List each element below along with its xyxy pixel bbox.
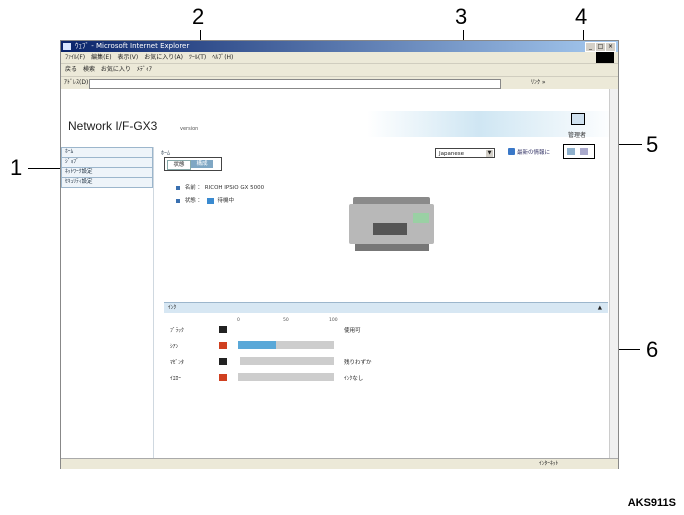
- ink-status-icon: [219, 326, 227, 333]
- favorites-button[interactable]: お気に入り: [101, 66, 131, 73]
- state-icon: [206, 197, 214, 204]
- sidebar-item-job[interactable]: ｼﾞｮﾌﾞ: [61, 158, 153, 168]
- product-name: Network I/F-GX3: [68, 119, 158, 133]
- version-label: version: [180, 126, 199, 132]
- scale-50: 50: [283, 318, 289, 323]
- ink-level-bar: [238, 325, 334, 333]
- ink-level-bar: [238, 373, 334, 381]
- login-icon: [567, 148, 575, 155]
- toolbar: 戻る 検索 お気に入り ﾒﾃﾞｨｱ: [61, 63, 618, 76]
- web-page: Network I/F-GX3 version ﾎｰﾑ ｼﾞｮﾌﾞ ﾈｯﾄﾜｰｸ…: [61, 89, 618, 458]
- search-button[interactable]: 検索: [83, 66, 95, 73]
- collapse-icon[interactable]: ▲: [598, 303, 602, 313]
- sidebar: ﾎｰﾑ ｼﾞｮﾌﾞ ﾈｯﾄﾜｰｸ設定 ｾｷｭﾘﾃｨ設定: [61, 147, 153, 188]
- refresh-icon[interactable]: [508, 148, 515, 155]
- model-label: 名前: [184, 185, 196, 191]
- ink-name: ｲｴﾛｰ: [170, 376, 182, 382]
- address-label: ｱﾄﾞﾚｽ(D): [64, 79, 89, 86]
- vertical-scrollbar[interactable]: [609, 89, 618, 458]
- callout-1: 1: [10, 155, 23, 180]
- printer-image: [349, 197, 434, 251]
- admin-label: 管理者: [568, 132, 587, 139]
- logout-icon: [580, 148, 588, 155]
- ink-level-bar: [238, 341, 334, 349]
- bullet-icon: [176, 198, 180, 203]
- ink-level-fill: [238, 341, 277, 349]
- callout-2: 2: [192, 4, 205, 29]
- menu-bar: ﾌｧｲﾙ(F) 編集(E) 表示(V) お気に入り(A) ﾂｰﾙ(T) ﾍﾙﾌﾟ…: [61, 52, 618, 63]
- callout-6: 6: [646, 337, 659, 362]
- ink-name: ﾌﾞﾗｯｸ: [170, 328, 184, 334]
- callout-3: 3: [455, 4, 468, 29]
- ink-title: ｲﾝｸ: [168, 305, 177, 311]
- media-button[interactable]: ﾒﾃﾞｨｱ: [137, 66, 152, 73]
- tab-status[interactable]: 状態: [167, 160, 191, 170]
- browser-icon: [63, 43, 71, 50]
- ink-level-fill: [238, 357, 240, 365]
- help-button[interactable]: [571, 113, 585, 125]
- ink-name: ﾏｾﾞﾝﾀ: [170, 360, 184, 366]
- state-label: 状態: [184, 198, 196, 204]
- browser-window: ｳｪﾌﾞ - Microsoft Internet Explorer _ □ ×…: [60, 40, 619, 469]
- address-input[interactable]: [89, 79, 501, 89]
- ink-level-bar: [238, 357, 334, 365]
- login-button[interactable]: [563, 144, 595, 159]
- ink-row: ｲｴﾛｰ ｲﾝｸなし: [164, 372, 608, 383]
- callout-4: 4: [575, 4, 588, 29]
- state-row: 状態 ： 待機中: [176, 196, 234, 204]
- sidebar-item-home[interactable]: ﾎｰﾑ: [61, 147, 153, 158]
- menu-tools[interactable]: ﾂｰﾙ(T): [189, 54, 206, 61]
- ink-status: ｲﾝｸなし: [344, 376, 364, 382]
- tab-group: 状態 構成: [164, 157, 222, 171]
- menu-edit[interactable]: 編集(E): [91, 54, 111, 61]
- ink-name: ｼｱﾝ: [170, 344, 179, 350]
- ink-row: ｼｱﾝ: [164, 340, 608, 351]
- ink-row: ﾏｾﾞﾝﾀ 残りわずか: [164, 356, 608, 367]
- menu-favorites[interactable]: お気に入り(A): [144, 54, 183, 61]
- sidebar-item-security[interactable]: ｾｷｭﾘﾃｨ設定: [61, 178, 153, 188]
- page-heading: ﾎｰﾑ: [161, 150, 171, 157]
- sidebar-divider: [153, 147, 154, 458]
- ink-status-icon: [219, 374, 227, 381]
- ink-status: 残りわずか: [344, 360, 372, 366]
- sidebar-item-network[interactable]: ﾈｯﾄﾜｰｸ設定: [61, 168, 153, 178]
- callout-5: 5: [646, 132, 659, 157]
- scale-0: 0: [237, 318, 240, 323]
- model-row: 名前 ： RICOH IPSiO GX 5000: [176, 183, 264, 191]
- figure-id: AKS911S: [627, 497, 676, 509]
- menu-file[interactable]: ﾌｧｲﾙ(F): [65, 54, 85, 61]
- ink-status-icon: [219, 342, 227, 349]
- chevron-down-icon: ▼: [486, 150, 493, 157]
- scale-100: 100: [329, 318, 338, 323]
- menu-help[interactable]: ﾍﾙﾌﾟ(H): [212, 54, 233, 61]
- back-button[interactable]: 戻る: [65, 66, 77, 73]
- ink-status-icon: [219, 358, 227, 365]
- menu-view[interactable]: 表示(V): [117, 54, 138, 61]
- ink-section-header: ｲﾝｸ ▲: [164, 302, 608, 313]
- status-bar: ｲﾝﾀｰﾈｯﾄ: [61, 458, 618, 469]
- links-label[interactable]: ﾘﾝｸ »: [531, 77, 546, 89]
- tab-configuration[interactable]: 構成: [191, 160, 213, 168]
- zone-label: ｲﾝﾀｰﾈｯﾄ: [539, 461, 559, 467]
- refresh-link[interactable]: 最新の情報に: [517, 148, 550, 156]
- language-select[interactable]: Japanese ▼: [435, 148, 495, 158]
- close-button[interactable]: ×: [605, 42, 616, 52]
- bullet-icon: [176, 185, 180, 190]
- language-value: Japanese: [439, 151, 464, 157]
- ink-level-fill: [238, 325, 334, 333]
- title-bar: ｳｪﾌﾞ - Microsoft Internet Explorer _ □ ×: [61, 41, 618, 52]
- model-value: RICOH IPSiO GX 5000: [204, 185, 265, 191]
- ink-status: 使用可: [344, 328, 361, 334]
- ink-row: ﾌﾞﾗｯｸ 使用可: [164, 324, 608, 335]
- window-title: ｳｪﾌﾞ - Microsoft Internet Explorer: [75, 42, 190, 50]
- address-bar: ｱﾄﾞﾚｽ(D) ﾘﾝｸ »: [61, 76, 618, 89]
- state-value: 待機中: [217, 198, 235, 204]
